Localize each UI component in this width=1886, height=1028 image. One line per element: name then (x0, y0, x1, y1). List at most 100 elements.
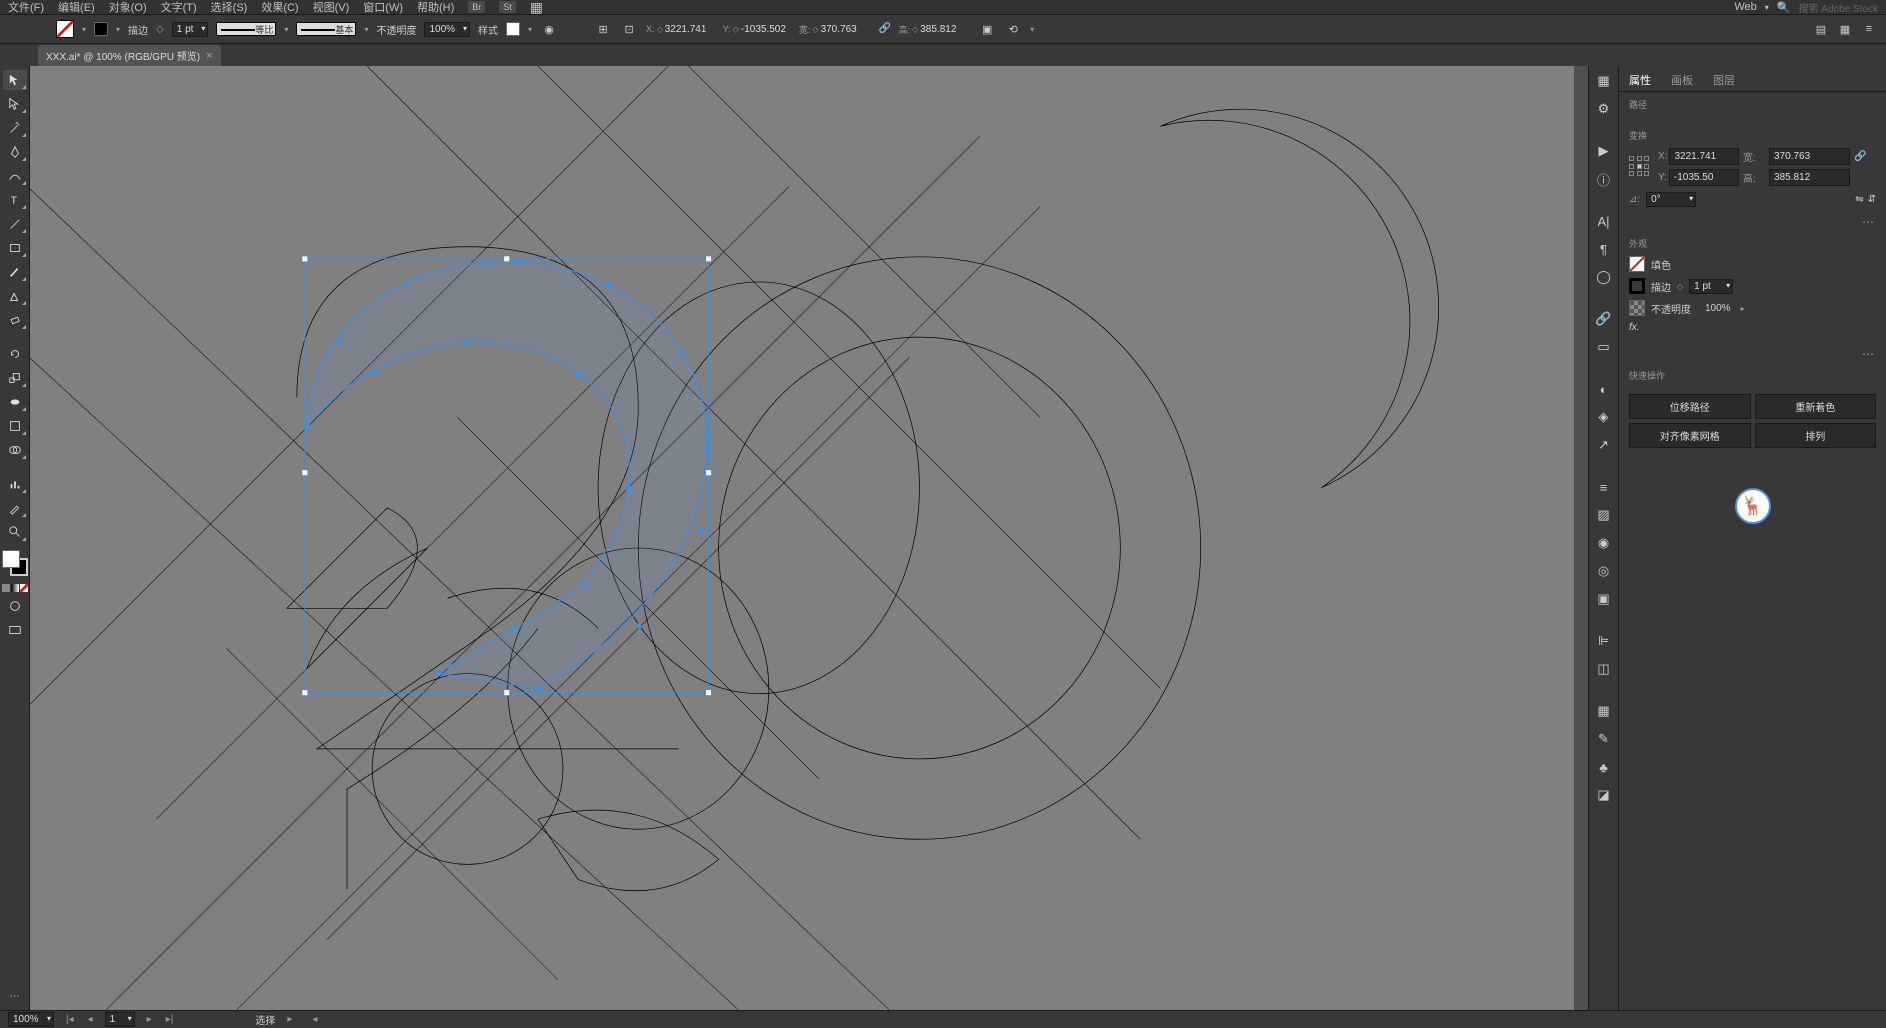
isolate-icon[interactable]: ⟲ (1004, 20, 1022, 38)
align-icon[interactable]: ⊞ (594, 20, 612, 38)
prefs-icon[interactable]: ▦ (1836, 20, 1854, 38)
tab-properties[interactable]: 属性 (1619, 66, 1661, 91)
edit-toolbar-icon[interactable]: ⋯ (3, 986, 27, 1006)
fill-swatch[interactable] (56, 20, 74, 38)
eyedropper-tool[interactable] (3, 498, 27, 518)
stroke-swatch[interactable] (94, 22, 108, 36)
menu-window[interactable]: 窗口(W) (363, 0, 403, 15)
setup-icon[interactable]: ▤ (1812, 20, 1830, 38)
tab-layers[interactable]: 图层 (1703, 66, 1745, 91)
angle-input[interactable]: 0° (1646, 192, 1696, 207)
tab-close-icon[interactable]: × (206, 50, 212, 62)
artboards-icon[interactable]: ▭ (1593, 336, 1615, 358)
brush-def[interactable]: 基本 (296, 22, 356, 36)
menu-file[interactable]: 文件(F) (8, 0, 44, 15)
stock-icon[interactable]: St (499, 1, 516, 13)
w-value[interactable]: 370.763 (821, 24, 871, 35)
links-icon[interactable]: 🔗 (1593, 308, 1615, 330)
line-tool[interactable] (3, 214, 27, 234)
prev-artboard-icon[interactable]: ◂ (86, 1014, 95, 1025)
stroke-panel-icon[interactable]: ≡ (1593, 476, 1615, 498)
paintbrush-tool[interactable] (3, 262, 27, 282)
magic-wand-tool[interactable] (3, 118, 27, 138)
shaper-tool[interactable] (3, 286, 27, 306)
menu-help[interactable]: 帮助(H) (417, 0, 454, 15)
actions-icon[interactable]: ▶ (1593, 140, 1615, 162)
opacity-input[interactable]: 100% (424, 22, 470, 37)
appearance-opacity-value[interactable]: 100% (1705, 303, 1731, 314)
asset-export-icon[interactable]: ◪ (1593, 784, 1615, 806)
style-swatch[interactable] (506, 22, 520, 36)
info-icon[interactable]: ⓘ (1593, 168, 1615, 190)
transform-x-input[interactable] (1669, 148, 1739, 165)
export-icon[interactable]: ↗ (1593, 434, 1615, 456)
fx-label[interactable]: fx. (1629, 322, 1640, 333)
rectangle-tool[interactable] (3, 238, 27, 258)
transform-y-input[interactable] (1669, 169, 1739, 186)
color-icon[interactable]: ◐ (1593, 378, 1615, 400)
recolor-icon[interactable]: ◉ (540, 20, 558, 38)
constrain-wh-icon[interactable]: 🔗 (1854, 151, 1876, 162)
y-value[interactable]: -1035.502 (741, 24, 791, 35)
none-mode-icon[interactable] (20, 584, 28, 592)
bridge-icon[interactable]: Br (468, 1, 485, 13)
stroke-profile[interactable]: 等比 (216, 22, 276, 36)
vertical-scrollbar[interactable] (1574, 66, 1588, 1010)
transform-more-icon[interactable]: ⋯ (1619, 213, 1886, 231)
appearance-fill-swatch[interactable] (1629, 256, 1645, 272)
link-wh-icon[interactable]: 🔗 (879, 23, 891, 35)
hscroll-left-icon[interactable]: ◂ (310, 1014, 319, 1025)
transform-w-input[interactable] (1769, 148, 1850, 165)
next-artboard-icon[interactable]: ▸ (145, 1014, 154, 1025)
gradient-panel-icon[interactable]: ▨ (1593, 504, 1615, 526)
screen-mode-icon[interactable] (3, 620, 27, 640)
flip-v-icon[interactable]: ⇵ (1868, 194, 1876, 205)
tab-artboards[interactable]: 画板 (1661, 66, 1703, 91)
character-icon[interactable]: A| (1593, 210, 1615, 232)
recolor-button[interactable]: 重新着色 (1755, 394, 1877, 419)
color-mode-icon[interactable] (2, 584, 10, 592)
appearance-more-icon[interactable]: ⋯ (1619, 345, 1886, 363)
free-transform-tool[interactable] (3, 416, 27, 436)
colorguide-icon[interactable]: ◈ (1593, 406, 1615, 428)
menu-icon[interactable]: ≡ (1860, 20, 1878, 38)
document-tab[interactable]: XXX.ai* @ 100% (RGB/GPU 预览) × (38, 45, 221, 66)
selection-tool[interactable] (3, 70, 27, 90)
search-placeholder[interactable]: 搜索 Adobe Stock (1799, 0, 1878, 15)
appearance-stroke-weight[interactable]: 1 pt (1689, 279, 1733, 294)
search-icon[interactable]: 🔍 (1777, 1, 1791, 14)
gradient-mode-icon[interactable] (11, 584, 19, 592)
fill-color-swatch[interactable] (2, 550, 20, 568)
scale-tool[interactable] (3, 368, 27, 388)
type-tool[interactable]: T (3, 190, 27, 210)
menu-select[interactable]: 选择(S) (211, 0, 248, 15)
swatches-icon[interactable]: ▦ (1593, 700, 1615, 722)
menu-object[interactable]: 对象(O) (109, 0, 147, 15)
glyphs-icon[interactable]: ◯ (1593, 266, 1615, 288)
transform-ref-icon[interactable]: ⊡ (620, 20, 638, 38)
zoom-level[interactable]: 100% (8, 1012, 54, 1027)
flip-h-icon[interactable]: ⇋ (1855, 194, 1863, 205)
user-avatar[interactable]: 🦌 (1735, 488, 1771, 524)
direct-selection-tool[interactable] (3, 94, 27, 114)
appearance-stroke-swatch[interactable] (1629, 278, 1645, 294)
fill-stroke-swatch[interactable] (2, 550, 28, 576)
pen-tool[interactable] (3, 142, 27, 162)
artboard-number[interactable]: 1 (105, 1012, 135, 1027)
workspace-switcher[interactable]: Web (1734, 1, 1756, 13)
column-graph-tool[interactable] (3, 474, 27, 494)
h-value[interactable]: 385.812 (920, 24, 970, 35)
appearance-opacity-swatch[interactable] (1629, 300, 1645, 316)
brushes-icon[interactable]: ✎ (1593, 728, 1615, 750)
eraser-tool[interactable] (3, 310, 27, 330)
rotate-tool[interactable] (3, 344, 27, 364)
menu-type[interactable]: 文字(T) (161, 0, 197, 15)
reference-point-grid[interactable] (1629, 156, 1651, 178)
menu-view[interactable]: 视图(V) (313, 0, 350, 15)
arrange-icon[interactable]: ▦ (530, 0, 543, 16)
transform-h-input[interactable] (1769, 169, 1850, 186)
libraries-icon[interactable]: ▦ (1593, 70, 1615, 92)
symbols-icon[interactable]: ♣ (1593, 756, 1615, 778)
curvature-tool[interactable] (3, 166, 27, 186)
transparency-icon[interactable]: ◉ (1593, 532, 1615, 554)
